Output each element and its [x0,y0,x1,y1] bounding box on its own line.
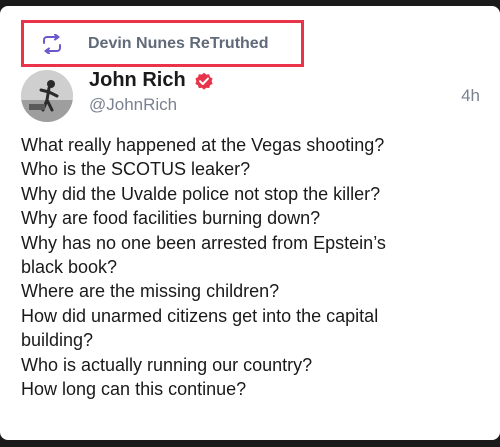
post-line: How long can this continue? [21,379,247,400]
verified-badge-icon [195,72,213,90]
post-line: What really happened at the Vegas shooti… [21,135,385,155]
post-line: Who is actually running our country? [21,354,313,375]
post-line: black book? [21,257,118,278]
post-line: Who is the SCOTUS leaker? [21,159,251,180]
avatar-image [21,70,73,122]
avatar[interactable] [21,70,73,122]
author-handle[interactable]: @JohnRich [89,95,177,115]
post-line: How did unarmed citizens get into the ca… [21,305,379,326]
post-timestamp[interactable]: 4h [461,86,480,106]
post-line: Where are the missing children? [21,281,280,302]
post-line: building? [21,330,94,351]
post-body: What really happened at the Vegas shooti… [21,133,486,401]
retruth-label: Devin Nunes ReTruthed [88,35,269,52]
retruth-banner[interactable]: Devin Nunes ReTruthed [21,20,304,67]
author-name-row[interactable]: John Rich [89,69,214,92]
post-card[interactable]: Devin Nunes ReTruthed John Rich @JohnRic… [0,6,500,440]
post-line: Why are food facilities burning down? [21,208,321,229]
post-line: Why did the Uvalde police not stop the k… [21,183,381,204]
retruth-icon [43,34,61,54]
post-line: Why has no one been arrested from Epstei… [21,232,386,253]
author-name[interactable]: John Rich [89,69,186,92]
